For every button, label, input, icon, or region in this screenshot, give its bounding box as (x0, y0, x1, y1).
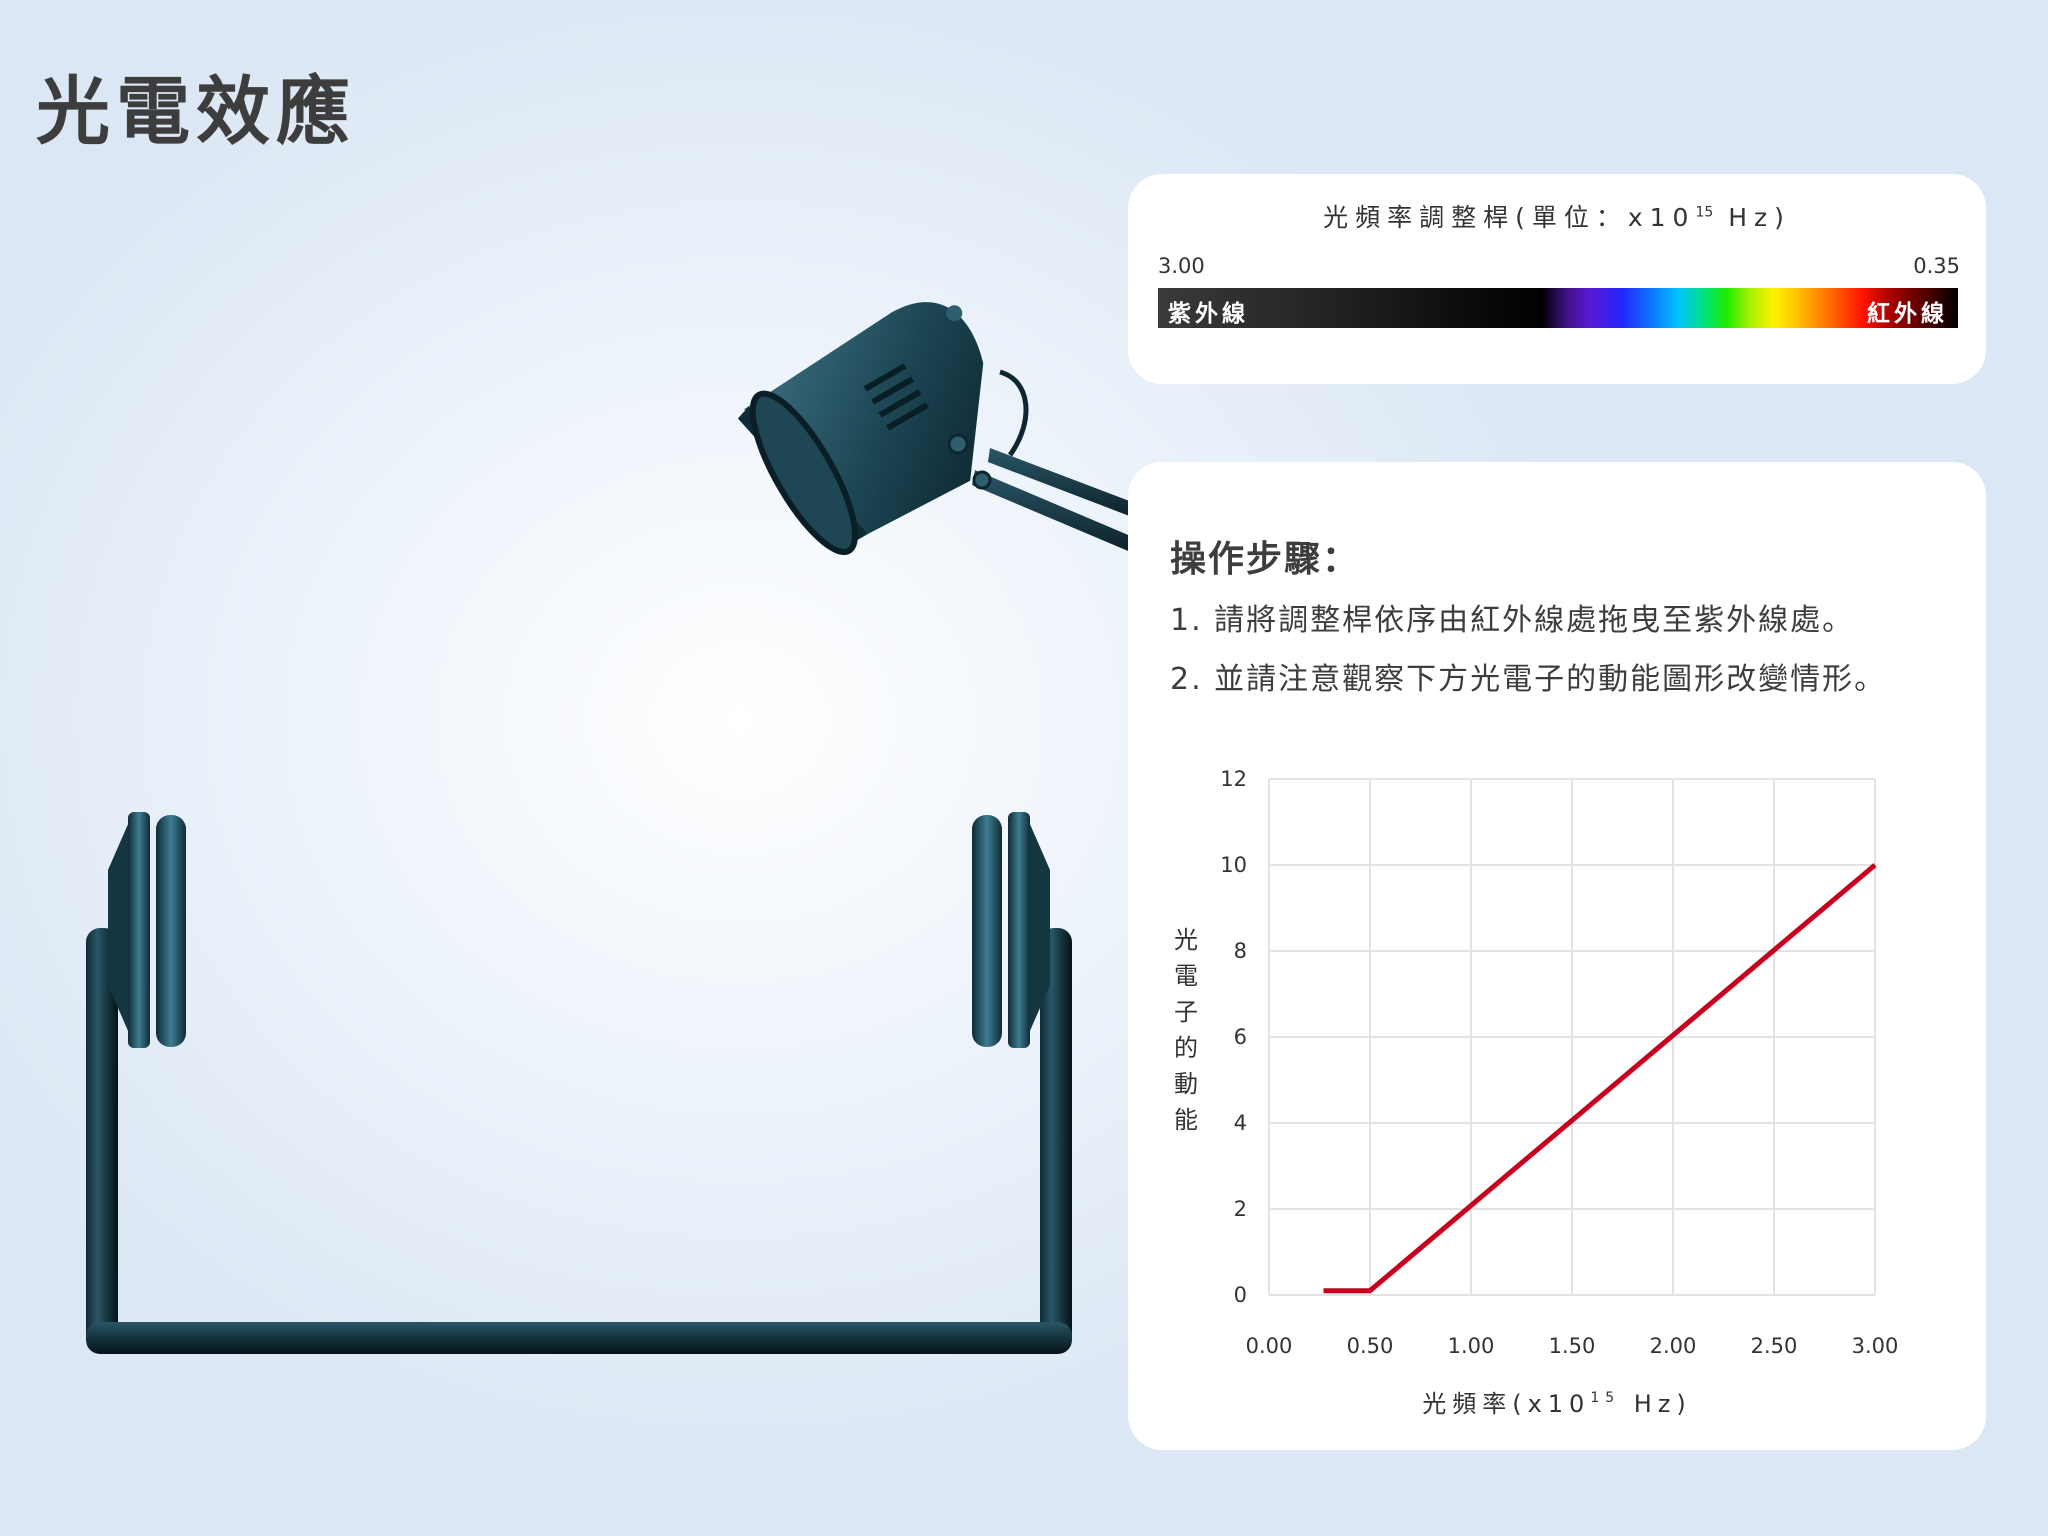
y-axis-label-char: 子 (1174, 998, 1198, 1026)
slider-max-value: 3.00 (1158, 254, 1205, 278)
x-tick-label: 2.00 (1650, 1334, 1697, 1358)
y-axis-label-char: 動 (1174, 1070, 1198, 1098)
frequency-slider-handle[interactable] (1952, 282, 1958, 334)
lamp-joint (947, 433, 969, 455)
ultraviolet-label: 紫外線 (1168, 301, 1249, 327)
y-axis-label-char: 的 (1174, 1034, 1198, 1062)
electrode-tube (86, 928, 1072, 1354)
x-tick-label: 1.50 (1549, 1334, 1596, 1358)
slider-min-value: 0.35 (1913, 254, 1960, 278)
instructions-panel: 操作步驟： 1. 請將調整桿依序由紅外線處拖曳至紫外線處。 2. 並請注意觀察下… (1128, 462, 1986, 1450)
lamp-joint (972, 470, 992, 490)
y-tick-label: 8 (1234, 939, 1247, 963)
y-tick-label: 4 (1234, 1111, 1247, 1135)
infrared-label: 紅外線 (1867, 301, 1948, 327)
x-axis-label: 光頻率(x1015 Hz) (1422, 1390, 1692, 1418)
y-axis-label-char: 光 (1174, 926, 1198, 954)
y-tick-label: 2 (1234, 1197, 1247, 1221)
x-tick-label: 3.00 (1852, 1334, 1899, 1358)
kinetic-energy-chart: 0.00 0.50 1.00 1.50 2.00 2.50 3.00 0 2 4 6 8 10 12 光頻… (1174, 767, 1899, 1418)
series-line (1323, 863, 1877, 1294)
slider-title: 光頻率調整桿(單位：x1015 Hz) (1323, 203, 1791, 232)
lamp-icon (737, 302, 984, 556)
frequency-slider-panel: 光頻率調整桿(單位：x1015 Hz) 3.00 0.35 紫外線 紅外線 (1128, 174, 1986, 384)
x-tick-label: 1.00 (1448, 1334, 1495, 1358)
y-axis-label: 光電子的動能 (1174, 926, 1198, 1134)
x-tick-label: 0.50 (1347, 1334, 1394, 1358)
y-tick-label: 12 (1220, 767, 1247, 791)
y-axis-label-char: 能 (1174, 1106, 1198, 1134)
y-tick-label: 6 (1234, 1025, 1247, 1049)
x-tick-label: 0.00 (1246, 1334, 1293, 1358)
x-tick-label: 2.50 (1751, 1334, 1798, 1358)
frequency-slider-track[interactable]: 紫外線 紅外線 (1158, 288, 1958, 328)
lamp-arm (972, 369, 1140, 556)
left-electrode-plate (108, 812, 186, 1048)
y-axis-label-char: 電 (1174, 962, 1198, 990)
right-electrode-plate (972, 812, 1050, 1048)
y-tick-label: 0 (1234, 1283, 1247, 1307)
y-tick-label: 10 (1220, 853, 1247, 877)
apparatus-scene (86, 302, 1140, 1354)
